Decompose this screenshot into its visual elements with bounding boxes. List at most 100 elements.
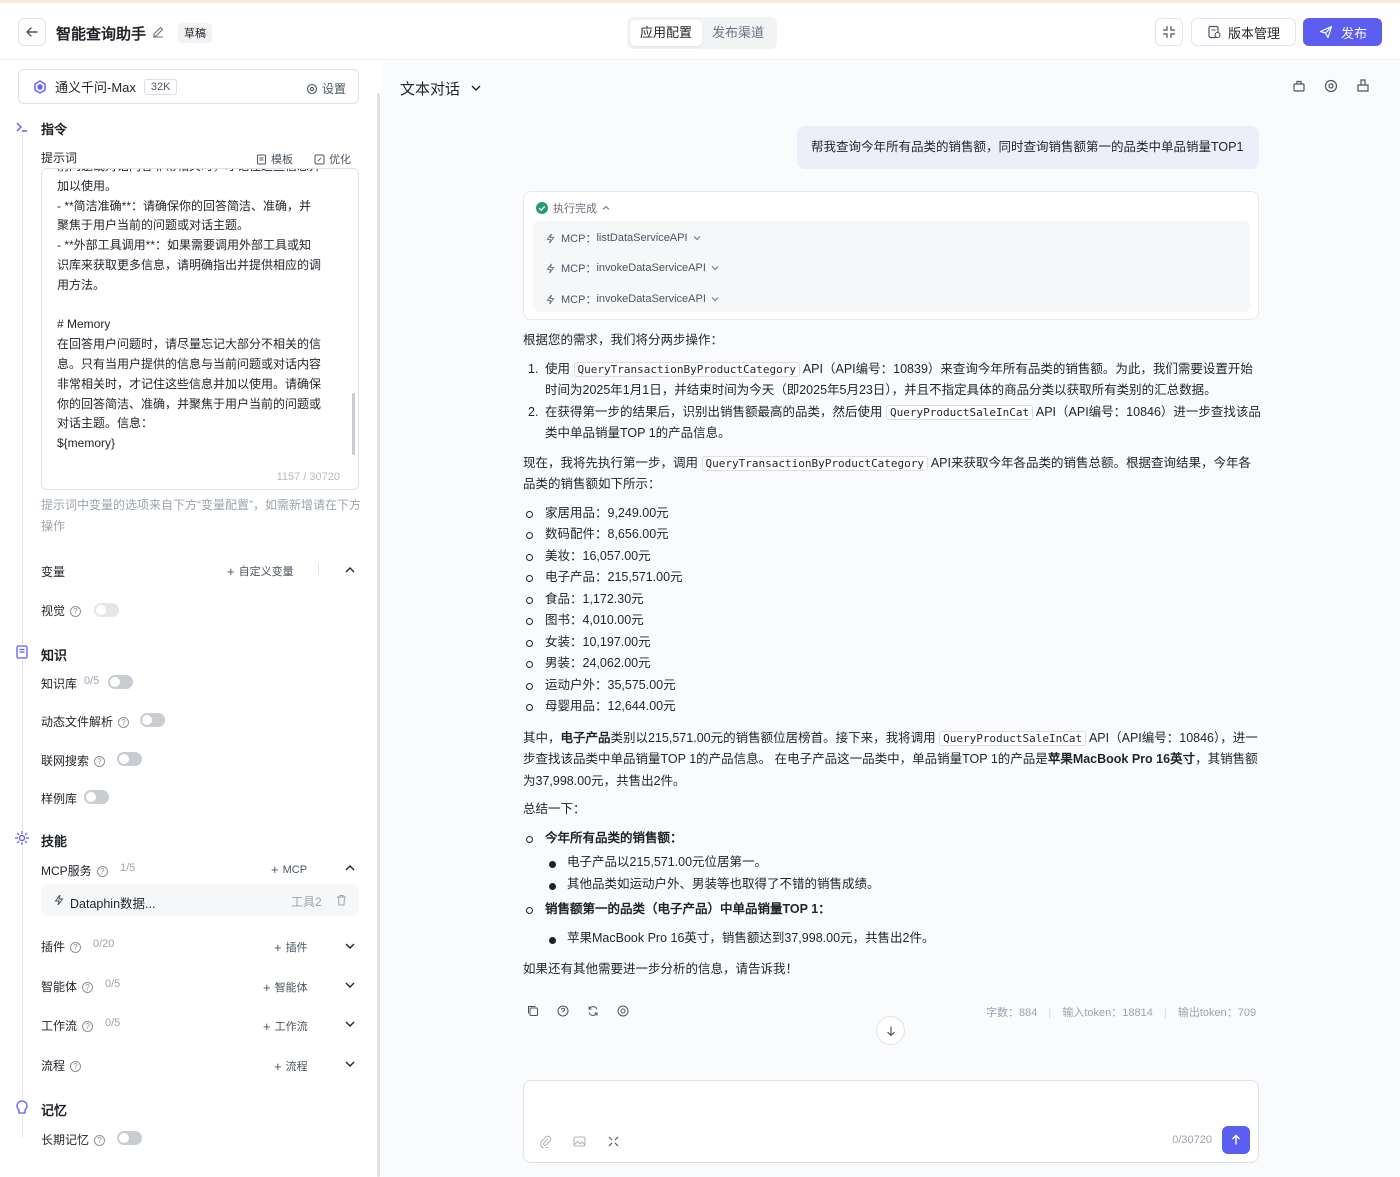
add-workflow-label: 工作流	[274, 1021, 308, 1033]
send-icon	[1319, 25, 1333, 39]
web-search-toggle[interactable]	[117, 752, 142, 766]
version-management-button[interactable]: 版本管理	[1191, 18, 1296, 46]
add-agent-button[interactable]: + 智能体	[263, 979, 308, 995]
mcp-call[interactable]: MCP： invokeDataServiceAPI	[545, 260, 719, 276]
edit-icon[interactable]	[151, 25, 165, 39]
web-search-label: 联网搜索?	[41, 752, 106, 769]
help-icon[interactable]: ?	[70, 1061, 82, 1073]
chevron-down-icon[interactable]	[344, 1058, 356, 1070]
help-icon[interactable]: ?	[82, 1021, 94, 1033]
help-circle-icon[interactable]	[557, 1005, 569, 1017]
chevron-down-icon[interactable]	[344, 1018, 356, 1030]
help-icon[interactable]: ?	[94, 756, 106, 768]
summary-label: 总结一下：	[523, 802, 586, 816]
user-message: 帮我查询今年所有品类的销售额，同时查询销售额第一的品类中单品销量TOP1	[797, 126, 1259, 169]
mcp-call-prefix: MCP：	[561, 294, 597, 306]
gear-icon	[306, 83, 318, 94]
chevron-up-icon[interactable]	[344, 862, 356, 874]
execution-status[interactable]: 执行完成	[536, 200, 610, 216]
section-memory-title: 记忆	[41, 1103, 68, 1118]
plus-icon: +	[263, 979, 271, 995]
add-flow-button[interactable]: + 流程	[274, 1058, 308, 1074]
publish-button[interactable]: 发布	[1303, 18, 1382, 46]
add-workflow-button[interactable]: + 工作流	[263, 1018, 308, 1034]
model-name: 通义千问-Max	[55, 80, 136, 95]
char-count: 字数：884	[986, 1007, 1038, 1019]
help-icon[interactable]: ?	[96, 866, 108, 878]
sales-item: 家居用品：9,249.00元	[523, 503, 1263, 525]
mcp-call-list: MCP： listDataServiceAPI MCP： invokeDataSer…	[533, 221, 1250, 312]
chat-mode-selector[interactable]: 文本对话	[400, 78, 482, 99]
section-skills-title: 技能	[41, 834, 68, 849]
scroll-down-button[interactable]	[876, 1016, 905, 1045]
plus-icon: +	[271, 862, 279, 877]
vision-toggle[interactable]	[94, 603, 119, 617]
prompt-textarea[interactable]: 前问题或对话内容非常相关时，才记住这些信息并 加以使用。 - **简洁准确**：…	[41, 168, 359, 490]
optimize-icon	[314, 154, 325, 164]
send-button[interactable]	[1222, 1126, 1250, 1154]
add-mcp-button[interactable]: + MCP	[271, 862, 307, 877]
add-plugin-label: 插件	[285, 942, 308, 954]
dynamic-file-toggle[interactable]	[140, 713, 165, 727]
skill-icon	[14, 830, 30, 846]
plugin-count: 0/20	[93, 938, 115, 950]
add-variable-button[interactable]: + 自定义变量	[227, 563, 294, 579]
mcp-item[interactable]: Dataphin数据... 工具2	[41, 884, 359, 916]
arrow-down-icon	[886, 1026, 895, 1036]
optimize-button[interactable]: 优化	[314, 151, 351, 167]
tab-publish-channel[interactable]: 发布渠道	[702, 20, 774, 46]
sales-list: 家居用品：9,249.00元 数码配件：8,656.00元 美妆：16,057.…	[523, 503, 1263, 718]
target-icon[interactable]	[617, 1005, 629, 1017]
chevron-up-icon	[602, 205, 610, 210]
api-code: QueryTransactionByProductCategory	[573, 361, 801, 377]
template-label: 模板	[271, 154, 293, 166]
chevron-down-icon[interactable]	[344, 979, 356, 991]
settings-label: 设置	[321, 82, 346, 96]
chevron-down-icon[interactable]	[344, 940, 356, 952]
add-plugin-button[interactable]: + 插件	[274, 939, 308, 955]
back-button[interactable]	[18, 18, 46, 46]
mcp-call[interactable]: MCP： listDataServiceAPI	[545, 230, 701, 246]
long-term-memory-toggle[interactable]	[117, 1131, 142, 1145]
template-button[interactable]: 模板	[256, 151, 293, 167]
trash-icon[interactable]	[336, 894, 347, 906]
arrow-up-icon	[1232, 1134, 1240, 1145]
refresh-icon[interactable]	[587, 1005, 599, 1017]
model-selector[interactable]: 通义千问-Max 32K 设置	[18, 69, 359, 104]
sample-library-toggle[interactable]	[84, 790, 109, 804]
help-icon[interactable]: ?	[118, 717, 130, 729]
image-icon[interactable]	[573, 1135, 586, 1148]
app-title: 智能查询助手	[56, 26, 147, 43]
mcp-call[interactable]: MCP： invokeDataServiceAPI	[545, 291, 719, 307]
gear-icon[interactable]	[1324, 79, 1338, 93]
left-scrollbar[interactable]	[377, 93, 380, 1177]
lightning-icon	[546, 294, 555, 304]
chevron-down-icon	[711, 297, 719, 302]
model-settings-button[interactable]: 设置	[306, 80, 346, 97]
version-label: 版本管理	[1228, 25, 1281, 41]
attachment-icon[interactable]	[539, 1135, 552, 1148]
collapse-button[interactable]	[1155, 18, 1183, 46]
tab-app-config[interactable]: 应用配置	[630, 20, 703, 46]
copy-icon[interactable]	[527, 1005, 539, 1017]
chat-input[interactable]: 0/30720	[523, 1080, 1259, 1163]
prompt-scrollbar[interactable]	[352, 393, 355, 455]
help-icon[interactable]: ?	[94, 1135, 106, 1147]
clear-icon[interactable]	[1292, 79, 1306, 93]
summary-subitem: 苹果MacBook Pro 16英寸，销售额达到37,998.00元，共售出2件…	[523, 928, 1263, 950]
publish-label: 发布	[1341, 25, 1368, 41]
add-agent-label: 智能体	[274, 982, 308, 994]
broom-icon[interactable]	[1356, 79, 1370, 93]
sample-library-label: 样例库	[41, 792, 78, 806]
add-flow-label: 流程	[285, 1061, 308, 1073]
workflow-label: 工作流?	[41, 1017, 94, 1034]
template-icon	[257, 154, 266, 164]
help-icon[interactable]: ?	[82, 982, 94, 994]
help-icon[interactable]: ?	[70, 942, 82, 954]
help-icon[interactable]: ?	[70, 606, 82, 618]
chevron-down-icon	[471, 85, 481, 91]
add-mcp-label: MCP	[282, 863, 308, 876]
expand-icon[interactable]	[607, 1135, 620, 1148]
chevron-up-icon[interactable]	[344, 564, 356, 576]
knowledge-base-toggle[interactable]	[108, 675, 133, 689]
